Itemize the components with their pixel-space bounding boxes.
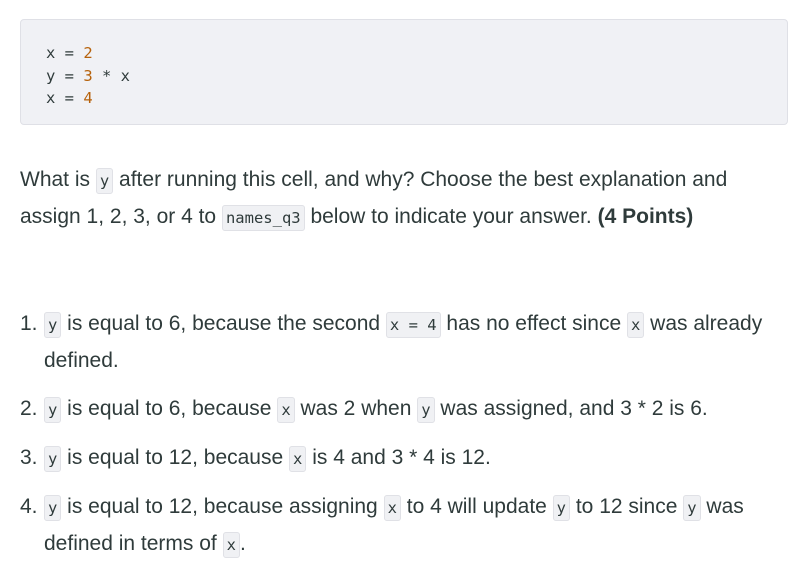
number-literal: 3 xyxy=(83,66,93,85)
inline-code: y xyxy=(417,397,435,423)
inline-code: x = 4 xyxy=(385,312,441,338)
inline-code: y xyxy=(683,495,701,521)
text: below to indicate your answer. xyxy=(304,205,598,228)
code-line: x = 4 xyxy=(46,87,787,110)
option-2: 2. y is equal to 6, because x was 2 when … xyxy=(20,391,790,428)
text: was 2 when xyxy=(294,397,418,420)
inline-code: x xyxy=(289,446,307,472)
text: is equal to 12, because xyxy=(61,446,290,469)
option-1: 1. y is equal to 6, because the second x … xyxy=(20,306,790,379)
inline-code: y xyxy=(44,312,62,338)
answer-options: 1. y is equal to 6, because the second x … xyxy=(20,306,790,575)
inline-code: x xyxy=(222,532,240,558)
inline-code: x xyxy=(626,312,645,338)
number-literal: 4 xyxy=(83,89,93,107)
inline-code: y xyxy=(95,168,114,194)
inline-code: names_q3 xyxy=(221,205,305,231)
text: is equal to 6, because the second xyxy=(61,312,386,335)
text: has no effect since xyxy=(440,312,627,335)
text: is equal to 6, because xyxy=(61,397,278,420)
option-3: 3. y is equal to 12, because x is 4 and 3… xyxy=(20,440,790,477)
text: * x xyxy=(92,66,130,85)
option-4: 4. y is equal to 12, because assigning x … xyxy=(20,489,790,563)
text: What is xyxy=(20,168,96,191)
option-number: 2. xyxy=(20,397,38,420)
code-line: y = 3 * x xyxy=(46,65,787,88)
inline-code: y xyxy=(44,446,62,472)
text: x = xyxy=(46,44,84,62)
text: x = xyxy=(46,89,84,107)
option-number: 3. xyxy=(20,446,38,469)
number-literal: 2 xyxy=(83,44,93,62)
points-label: (4 Points) xyxy=(597,205,694,228)
inline-code: x xyxy=(277,397,295,423)
code-cell[interactable]: x = 2y = 3 * xx = 4 xyxy=(20,19,788,125)
inline-code: y xyxy=(44,397,62,423)
text: is 4 and 3 * 4 is 12. xyxy=(306,446,491,469)
text: was assigned, and 3 * 2 is 6. xyxy=(434,397,708,420)
code-line: x = 2 xyxy=(46,42,787,65)
inline-code: y xyxy=(44,495,62,521)
inline-code: y xyxy=(552,495,571,521)
text: is equal to 12, because assigning xyxy=(61,495,384,518)
text: . xyxy=(239,532,246,555)
option-number: 4. xyxy=(20,495,38,518)
option-number: 1. xyxy=(20,312,38,335)
text: to 12 since xyxy=(570,495,684,518)
inline-code: x xyxy=(383,495,401,521)
text: y = xyxy=(46,66,84,85)
question-text: What is y after running this cell, and w… xyxy=(20,162,785,236)
text: to 4 will update xyxy=(400,495,553,518)
